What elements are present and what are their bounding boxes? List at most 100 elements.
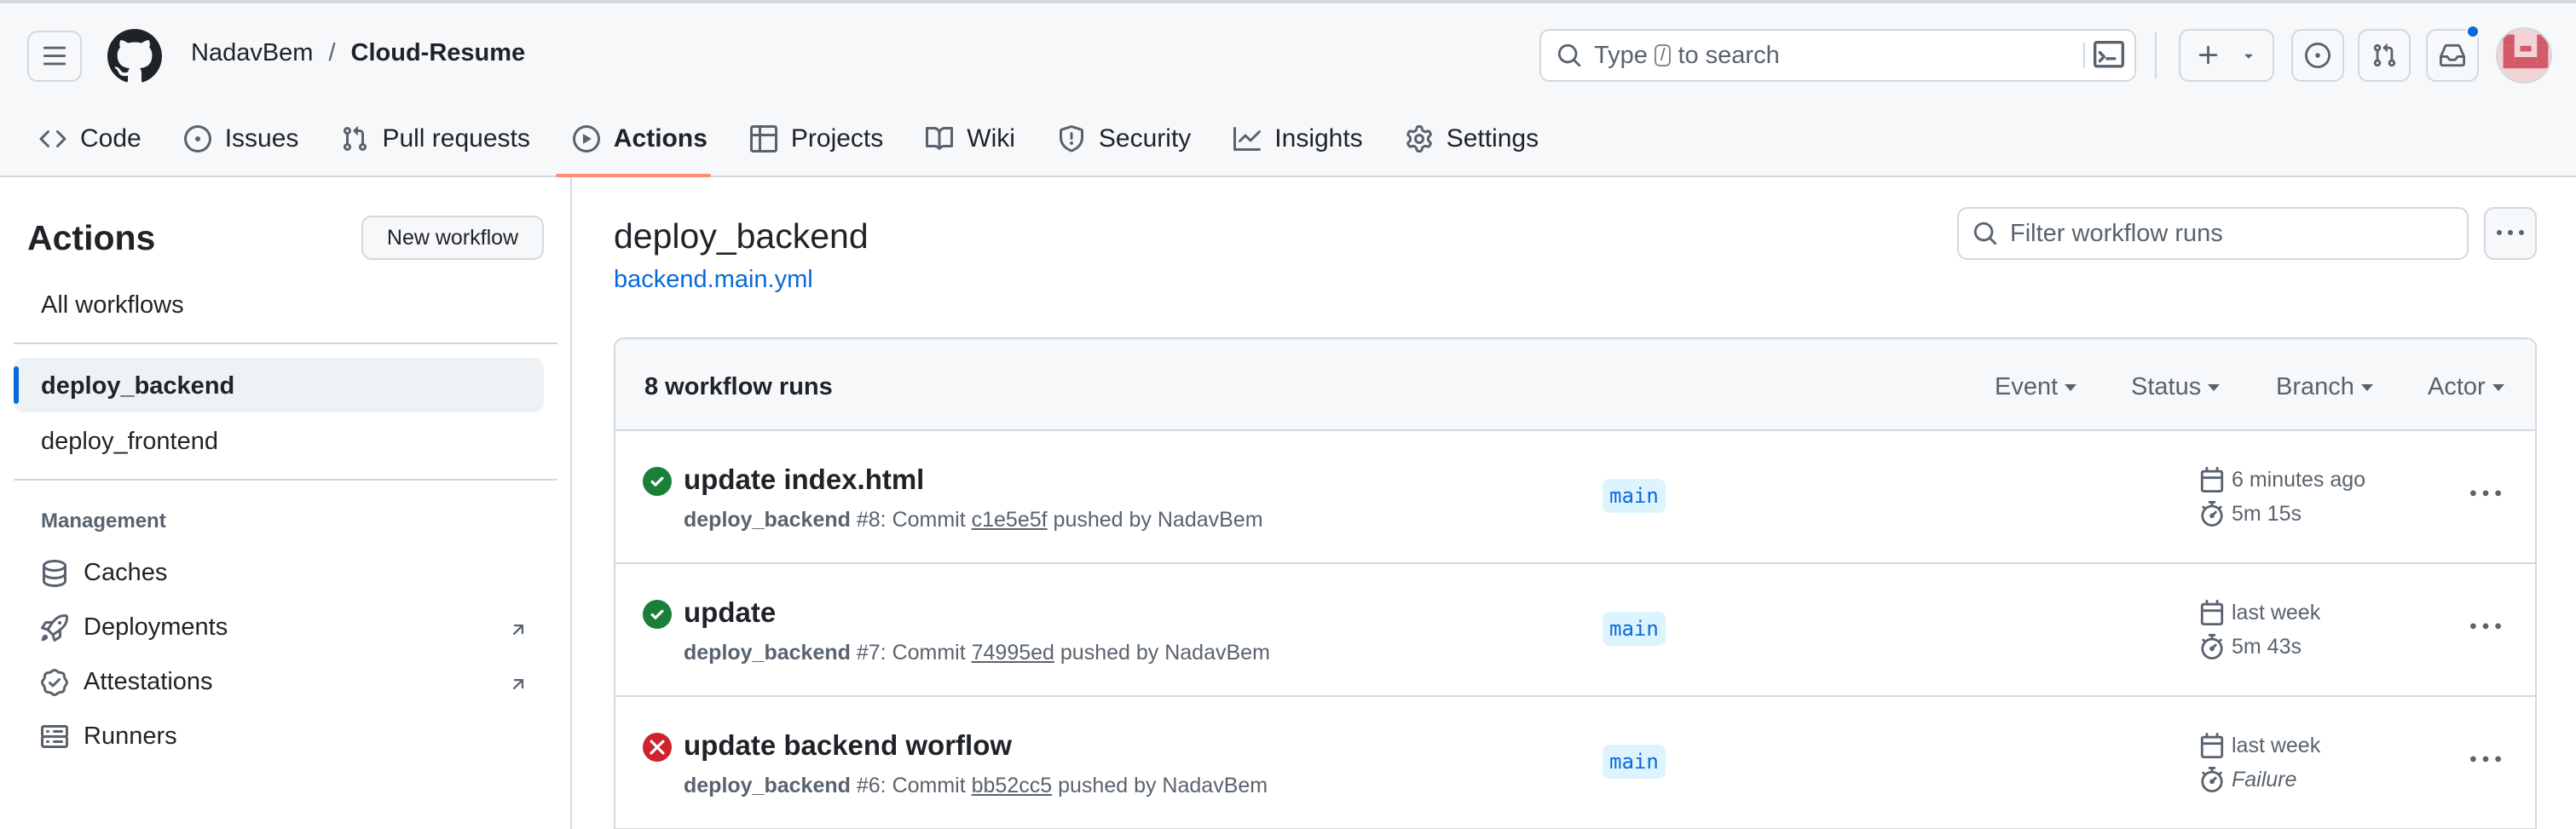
branch-badge[interactable]: main <box>1603 479 1666 513</box>
app-header: NadavBem / Cloud-Resume Type / to search <box>0 0 2576 177</box>
sidebar-item-caches[interactable]: Caches <box>41 559 167 587</box>
run-options-kebab-icon[interactable] <box>2470 745 2501 775</box>
run-time-ago: last week <box>2232 600 2321 625</box>
run-title-link[interactable]: update backend worflow <box>684 729 1012 762</box>
x-circle-icon <box>643 733 672 762</box>
sidebar-workflow-deploy-backend[interactable]: deploy_backend <box>41 372 234 400</box>
status-filter[interactable]: Status <box>2131 373 2221 401</box>
tab-label: Projects <box>790 124 884 153</box>
search-icon <box>1973 222 1997 245</box>
caret-down-icon <box>2065 383 2077 391</box>
run-commit-label: : Commit <box>880 641 966 665</box>
filter-label: Actor <box>2428 373 2486 400</box>
branch-filter[interactable]: Branch <box>2276 373 2373 401</box>
workflow-options-button[interactable] <box>2484 207 2537 260</box>
tab-security[interactable]: Security <box>1058 119 1191 158</box>
commit-sha-link[interactable]: c1e5e5f <box>972 508 1048 532</box>
sidebar-divider <box>570 177 572 829</box>
sidebar-item-runners[interactable]: Runners <box>41 722 177 751</box>
tab-code[interactable]: Code <box>39 119 142 158</box>
search-prefix: Type <box>1594 41 1648 69</box>
avatar[interactable] <box>2496 27 2552 83</box>
arrow-up-right-icon <box>512 679 524 690</box>
sidebar-title: Actions <box>27 218 156 257</box>
active-tab-underline <box>556 174 711 177</box>
table-row[interactable]: update backend worflow deploy_backend #6… <box>615 697 2535 829</box>
tab-projects[interactable]: Projects <box>749 119 884 158</box>
sidebar-item-deployments[interactable]: Deployments <box>41 613 228 642</box>
run-time-ago: 6 minutes ago <box>2232 467 2366 492</box>
tab-label: Pull requests <box>382 124 530 153</box>
run-duration: Failure <box>2199 767 2296 792</box>
github-logo-icon[interactable] <box>107 29 162 83</box>
workflow-file-link[interactable]: backend.main.yml <box>614 266 813 294</box>
sidebar-divider-1 <box>14 343 557 344</box>
sidebar-workflow-deploy-frontend[interactable]: deploy_frontend <box>41 428 218 456</box>
tab-issues[interactable]: Issues <box>183 119 298 158</box>
all-workflows-link[interactable]: All workflows <box>41 291 184 320</box>
tab-pull-requests[interactable]: Pull requests <box>341 119 530 158</box>
search-input[interactable]: Type / to search <box>1539 29 2136 82</box>
run-duration-value: 5m 15s <box>2232 501 2302 526</box>
run-pushed-by: pushed by NadavBem <box>1060 641 1270 665</box>
menu-button[interactable] <box>27 31 82 82</box>
actor-filter[interactable]: Actor <box>2428 373 2504 401</box>
run-title-link[interactable]: update index.html <box>684 463 924 496</box>
server-icon <box>41 724 68 748</box>
issue-icon <box>183 125 211 153</box>
plus-icon <box>2198 45 2218 65</box>
command-palette-icon[interactable] <box>2094 41 2124 72</box>
gear-icon <box>1406 125 1432 153</box>
create-new-button[interactable] <box>2179 29 2274 82</box>
tab-label: Wiki <box>967 124 1015 153</box>
tab-actions[interactable]: Actions <box>572 119 708 158</box>
rocket-icon <box>41 613 68 642</box>
filter-runs-input[interactable]: Filter workflow runs <box>1957 207 2469 260</box>
search-shortcut-key: / <box>1654 44 1672 66</box>
toolbar-divider <box>2155 32 2157 78</box>
check-circle-icon <box>643 467 672 496</box>
run-date: last week <box>2199 600 2320 625</box>
run-meta: deploy_backend #6: Commit bb52cc5 pushed… <box>684 774 1268 798</box>
event-filter[interactable]: Event <box>1995 373 2077 401</box>
run-workflow-name: deploy_backend <box>684 641 851 665</box>
table-row[interactable]: update deploy_backend #7: Commit 74995ed… <box>615 564 2535 697</box>
sidebar-item-attestations[interactable]: Attestations <box>41 668 213 696</box>
pull-requests-button[interactable] <box>2358 29 2411 82</box>
tab-wiki[interactable]: Wiki <box>926 119 1015 158</box>
runs-list-header: 8 workflow runs Event Status Branch Acto… <box>615 339 2535 431</box>
sidebar-item-label: Deployments <box>84 613 228 641</box>
table-row[interactable]: update index.html deploy_backend #8: Com… <box>615 431 2535 564</box>
commit-sha-link[interactable]: 74995ed <box>972 641 1054 665</box>
breadcrumb-separator: / <box>328 39 336 66</box>
repo-owner-link[interactable]: NadavBem <box>191 39 313 67</box>
graph-icon <box>1233 127 1262 151</box>
tab-settings[interactable]: Settings <box>1406 119 1539 158</box>
run-date: last week <box>2199 733 2320 758</box>
run-workflow-name: deploy_backend <box>684 774 851 797</box>
git-pull-request-icon <box>2373 43 2396 67</box>
pull-request-icon <box>344 126 367 152</box>
tab-label: Settings <box>1446 124 1539 153</box>
run-options-kebab-icon[interactable] <box>2470 612 2501 642</box>
database-icon <box>43 559 66 587</box>
tab-label: Insights <box>1274 124 1363 153</box>
run-date: 6 minutes ago <box>2199 467 2365 492</box>
repo-nav: Code Issues Pull requests Actions Projec… <box>39 119 1581 177</box>
top-border <box>0 0 2576 3</box>
commit-sha-link[interactable]: bb52cc5 <box>972 774 1053 797</box>
new-workflow-button[interactable]: New workflow <box>361 216 544 260</box>
caret-down-icon <box>2360 383 2373 391</box>
run-title-link[interactable]: update <box>684 596 776 629</box>
tab-insights[interactable]: Insights <box>1233 119 1363 158</box>
branch-badge[interactable]: main <box>1603 612 1666 646</box>
repo-name-link[interactable]: Cloud-Resume <box>351 39 526 67</box>
filter-label: Branch <box>2276 373 2354 400</box>
run-pushed-by: pushed by NadavBem <box>1058 774 1268 797</box>
issues-button[interactable] <box>2291 29 2344 82</box>
branch-badge[interactable]: main <box>1603 745 1666 779</box>
filter-placeholder: Filter workflow runs <box>2010 219 2223 247</box>
hamburger-icon <box>43 46 66 66</box>
run-options-kebab-icon[interactable] <box>2470 479 2501 509</box>
selected-workflow-indicator <box>14 366 19 404</box>
